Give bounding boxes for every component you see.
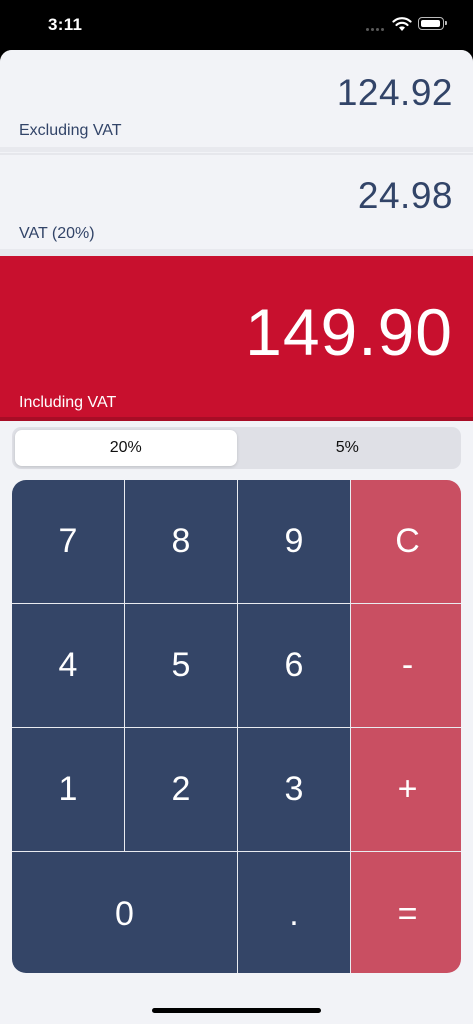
key-3[interactable]: 3 bbox=[238, 728, 350, 851]
divider bbox=[0, 147, 473, 152]
excluding-vat-row: 124.92 Excluding VAT bbox=[0, 50, 473, 147]
key-1[interactable]: 1 bbox=[12, 728, 124, 851]
key-7[interactable]: 7 bbox=[12, 480, 124, 603]
status-time: 3:11 bbox=[48, 15, 83, 34]
home-indicator[interactable] bbox=[152, 1008, 321, 1013]
app-screen: 3:11 124.92 Excluding VAT 24.98 VAT (20%… bbox=[0, 0, 473, 1024]
key-0[interactable]: 0 bbox=[12, 852, 237, 973]
minus-button[interactable]: - bbox=[351, 604, 461, 727]
key-9[interactable]: 9 bbox=[238, 480, 350, 603]
key-5[interactable]: 5 bbox=[125, 604, 237, 727]
key-2[interactable]: 2 bbox=[125, 728, 237, 851]
clear-button[interactable]: C bbox=[351, 480, 461, 603]
calculator-sheet: 124.92 Excluding VAT 24.98 VAT (20%) 149… bbox=[0, 50, 473, 1024]
battery-icon bbox=[418, 17, 447, 30]
divider bbox=[0, 249, 473, 256]
rate-option-20[interactable]: 20% bbox=[15, 430, 237, 466]
excluding-vat-label: Excluding VAT bbox=[19, 122, 122, 139]
keypad: 7 8 9 C 4 5 6 - 1 2 3 + 0 . = bbox=[12, 480, 461, 973]
including-vat-row: 149.90 Including VAT bbox=[0, 256, 473, 421]
wifi-icon bbox=[392, 17, 412, 31]
vat-row: 24.98 VAT (20%) bbox=[0, 153, 473, 249]
key-4[interactable]: 4 bbox=[12, 604, 124, 727]
plus-button[interactable]: + bbox=[351, 728, 461, 851]
vat-value: 24.98 bbox=[357, 175, 453, 216]
vat-rate-segmented-control: 20% 5% bbox=[12, 427, 461, 469]
vat-label: VAT (20%) bbox=[19, 225, 95, 242]
cellular-signal-icon bbox=[366, 28, 384, 31]
key-8[interactable]: 8 bbox=[125, 480, 237, 603]
excluding-vat-value: 124.92 bbox=[336, 72, 453, 113]
status-bar: 3:11 bbox=[0, 0, 473, 50]
decimal-point-button[interactable]: . bbox=[238, 852, 350, 973]
key-6[interactable]: 6 bbox=[238, 604, 350, 727]
rate-option-5[interactable]: 5% bbox=[237, 430, 459, 466]
including-vat-value: 149.90 bbox=[245, 295, 453, 369]
including-vat-label: Including VAT bbox=[19, 394, 117, 411]
equals-button[interactable]: = bbox=[351, 852, 461, 973]
